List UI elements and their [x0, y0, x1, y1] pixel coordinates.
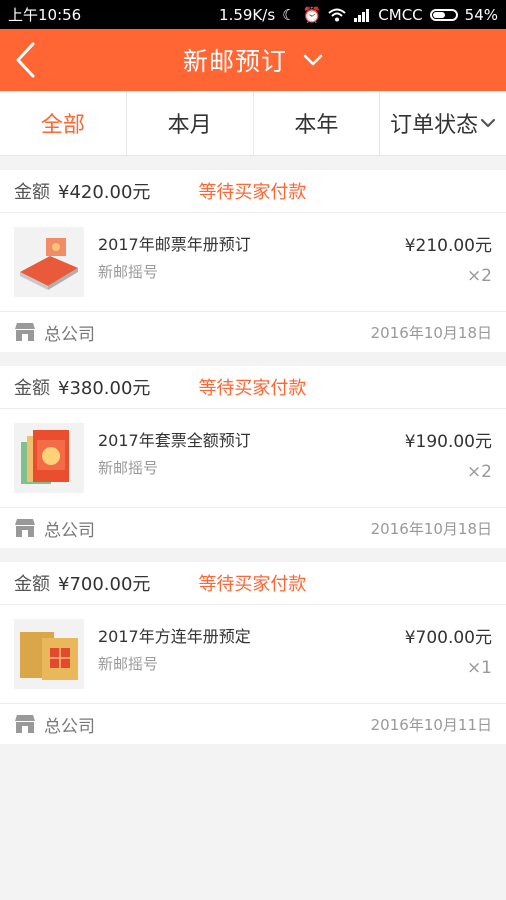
signal-icon	[354, 8, 370, 22]
alarm-icon: ⏰	[302, 5, 322, 24]
order-list: 金额 ¥420.00元 等待买家付款 2017年邮票年册预订 新邮摇号 ¥210…	[0, 170, 506, 758]
price-column: ¥700.00元 ×1	[405, 623, 492, 678]
order-date: 2016年10月18日	[370, 519, 492, 538]
status-bar: 上午10:56 1.59K/s ☾ ⏰ CMCC 54%	[0, 0, 506, 29]
tab-label: 全部	[40, 113, 85, 138]
chevron-down-icon	[303, 54, 323, 66]
order-footer: 总公司 2016年10月11日	[0, 704, 506, 744]
amount-label: 金额	[14, 574, 50, 595]
order-status: 等待买家付款	[198, 182, 307, 203]
moon-icon: ☾	[282, 5, 296, 24]
order-status: 等待买家付款	[198, 378, 307, 399]
store-name: 总公司	[44, 520, 95, 541]
battery-icon	[429, 8, 458, 21]
carrier-name: CMCC	[378, 5, 423, 24]
filter-tabs: 全部 本月 本年 订单状态	[0, 91, 506, 156]
tab-label: 本年	[294, 113, 339, 138]
tab-this-year[interactable]: 本年	[254, 91, 381, 155]
page-title: 新邮预订	[182, 47, 287, 76]
wifi-icon	[328, 8, 346, 21]
tab-this-month[interactable]: 本月	[127, 91, 254, 155]
order-card[interactable]: 金额 ¥380.00元 等待买家付款 2017年套票全额预订 新邮摇号 ¥190…	[0, 366, 506, 548]
order-amount: ¥420.00元	[58, 182, 151, 203]
tab-label: 订单状态	[390, 113, 479, 138]
order-date: 2016年10月11日	[370, 715, 492, 734]
block-album-image	[20, 632, 78, 680]
unit-price: ¥190.00元	[404, 432, 492, 452]
tab-label: 本月	[167, 113, 212, 138]
store-name: 总公司	[44, 716, 95, 737]
tab-all[interactable]: 全部	[0, 91, 127, 155]
order-card[interactable]: 金额 ¥420.00元 等待买家付款 2017年邮票年册预订 新邮摇号 ¥210…	[0, 170, 506, 352]
order-amount: ¥380.00元	[58, 378, 151, 399]
order-footer: 总公司 2016年10月18日	[0, 312, 506, 352]
status-time: 上午10:56	[8, 6, 82, 24]
chevron-down-icon	[481, 118, 496, 128]
stamp-album-image	[20, 238, 78, 290]
order-item[interactable]: 2017年邮票年册预订 新邮摇号 ¥210.00元 ×2	[0, 213, 506, 312]
back-button[interactable]	[14, 39, 54, 81]
quantity: ×2	[466, 462, 492, 482]
amount-label: 金额	[14, 378, 50, 399]
app-header: 新邮预订	[0, 29, 506, 91]
quantity: ×2	[466, 266, 492, 286]
order-status: 等待买家付款	[198, 574, 307, 595]
order-item[interactable]: 2017年方连年册预定 新邮摇号 ¥700.00元 ×1	[0, 605, 506, 704]
order-header: 金额 ¥420.00元 等待买家付款	[0, 170, 506, 213]
unit-price: ¥210.00元	[404, 236, 492, 256]
order-date: 2016年10月18日	[370, 323, 492, 342]
order-amount: ¥700.00元	[58, 574, 151, 595]
title-dropdown[interactable]: 新邮预订	[183, 42, 323, 78]
price-column: ¥210.00元 ×2	[405, 231, 492, 286]
amount-label: 金额	[14, 182, 50, 203]
order-card[interactable]: 金额 ¥700.00元 等待买家付款 2017年方连年册预定 新邮摇号 ¥700…	[0, 562, 506, 744]
store-icon	[14, 714, 36, 734]
store-icon	[14, 518, 36, 538]
order-header: 金额 ¥700.00元 等待买家付款	[0, 562, 506, 605]
order-footer: 总公司 2016年10月18日	[0, 508, 506, 548]
stamp-sheet-image	[21, 430, 69, 484]
status-right: 1.59K/s ☾ ⏰ CMCC 54%	[219, 6, 498, 24]
order-header: 金额 ¥380.00元 等待买家付款	[0, 366, 506, 409]
product-thumbnail	[14, 619, 84, 689]
store-icon	[14, 322, 36, 342]
quantity: ×1	[466, 658, 492, 678]
order-item[interactable]: 2017年套票全额预订 新邮摇号 ¥190.00元 ×2	[0, 409, 506, 508]
chevron-left-icon	[16, 42, 35, 78]
store-name: 总公司	[44, 324, 95, 345]
product-thumbnail	[14, 227, 84, 297]
network-speed: 1.59K/s	[219, 5, 276, 24]
battery-level: 54%	[464, 5, 498, 24]
unit-price: ¥700.00元	[404, 628, 492, 648]
product-thumbnail	[14, 423, 84, 493]
price-column: ¥190.00元 ×2	[405, 427, 492, 482]
tab-order-status[interactable]: 订单状态	[380, 91, 506, 155]
